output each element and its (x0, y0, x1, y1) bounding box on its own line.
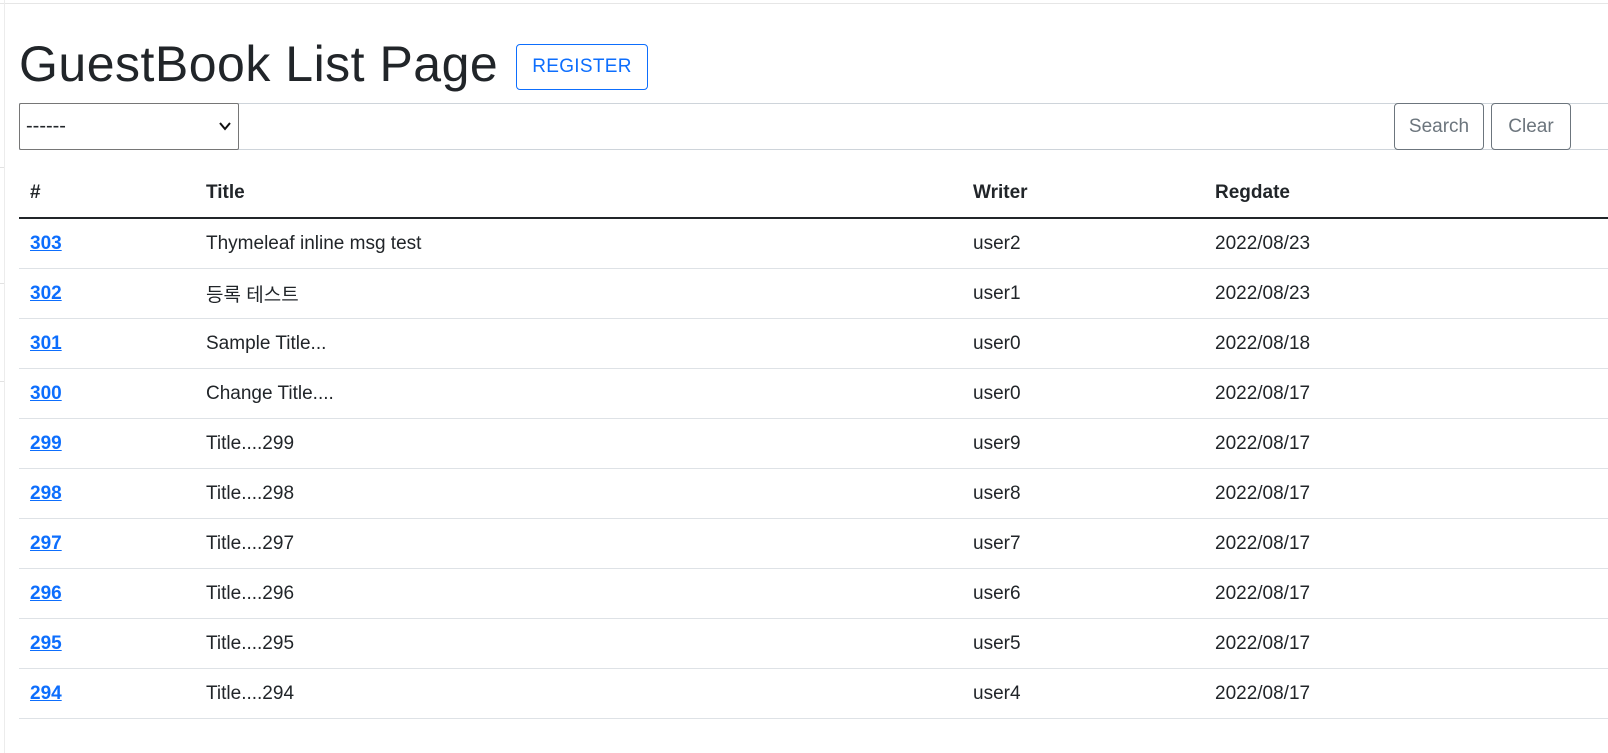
row-writer-cell: user0 (962, 368, 1204, 419)
table-row: 302 등록 테스트 user1 2022/08/23 (19, 268, 1608, 319)
row-title-cell: 등록 테스트 (195, 268, 962, 319)
row-number-cell: 302 (19, 268, 195, 319)
row-writer-cell: user9 (962, 418, 1204, 469)
row-number-cell: 300 (19, 368, 195, 419)
row-title-cell: Thymeleaf inline msg test (195, 218, 962, 269)
row-regdate-cell: 2022/08/17 (1204, 668, 1608, 719)
row-writer-cell: user5 (962, 618, 1204, 669)
row-number-link[interactable]: 299 (30, 433, 62, 454)
row-regdate-cell: 2022/08/18 (1204, 318, 1608, 369)
row-number-link[interactable]: 297 (30, 533, 62, 554)
left-divider-tick (0, 381, 4, 382)
row-number-link[interactable]: 300 (30, 383, 62, 404)
title-row: GuestBook List Page REGISTER (19, 30, 1608, 98)
left-divider (4, 0, 5, 753)
row-title-cell: Change Title.... (195, 368, 962, 419)
column-header-title: Title (195, 169, 962, 219)
table-row: 294 Title....294 user4 2022/08/17 (19, 668, 1608, 719)
row-writer-cell: user2 (962, 218, 1204, 269)
row-number-link[interactable]: 295 (30, 633, 62, 654)
row-title-cell: Sample Title... (195, 318, 962, 369)
row-number-cell: 297 (19, 518, 195, 569)
row-regdate-cell: 2022/08/23 (1204, 218, 1608, 269)
row-number-cell: 298 (19, 468, 195, 519)
table-row: 296 Title....296 user6 2022/08/17 (19, 568, 1608, 619)
row-title-cell: Title....299 (195, 418, 962, 469)
table-body: 303 Thymeleaf inline msg test user2 2022/08… (19, 218, 1608, 719)
table-row: 297 Title....297 user7 2022/08/17 (19, 518, 1608, 569)
row-number-cell: 295 (19, 618, 195, 669)
table-header-row: # Title Writer Regdate (19, 169, 1608, 219)
row-writer-cell: user4 (962, 668, 1204, 719)
row-title-cell: Title....296 (195, 568, 962, 619)
row-number-link[interactable]: 303 (30, 233, 62, 254)
row-title-cell: Title....295 (195, 618, 962, 669)
search-type-select[interactable]: ------ (19, 103, 239, 150)
table-row: 303 Thymeleaf inline msg test user2 2022/08… (19, 218, 1608, 269)
row-number-link[interactable]: 298 (30, 483, 62, 504)
column-header-writer: Writer (962, 169, 1204, 219)
table-row: 298 Title....298 user8 2022/08/17 (19, 468, 1608, 519)
row-writer-cell: user6 (962, 568, 1204, 619)
row-regdate-cell: 2022/08/17 (1204, 518, 1608, 569)
row-number-cell: 294 (19, 668, 195, 719)
row-regdate-cell: 2022/08/17 (1204, 568, 1608, 619)
row-number-cell: 303 (19, 218, 195, 269)
row-writer-cell: user8 (962, 468, 1204, 519)
page-frame: GuestBook List Page REGISTER ------ Sear… (0, 0, 1608, 753)
column-header-regdate: Regdate (1204, 169, 1608, 219)
column-header-number: # (19, 169, 195, 219)
row-writer-cell: user7 (962, 518, 1204, 569)
top-divider (0, 3, 1608, 4)
row-number-cell: 299 (19, 418, 195, 469)
table-row: 300 Change Title.... user0 2022/08/17 (19, 368, 1608, 419)
row-title-cell: Title....297 (195, 518, 962, 569)
left-divider-tick (0, 167, 4, 168)
row-regdate-cell: 2022/08/17 (1204, 418, 1608, 469)
row-regdate-cell: 2022/08/17 (1204, 618, 1608, 669)
table-row: 301 Sample Title... user0 2022/08/18 (19, 318, 1608, 369)
search-button[interactable]: Search (1394, 103, 1484, 150)
main-container: GuestBook List Page REGISTER ------ Sear… (19, 30, 1608, 150)
guestbook-table: # Title Writer Regdate 303 Thymeleaf inli… (19, 169, 1608, 719)
row-number-link[interactable]: 296 (30, 583, 62, 604)
table-row: 299 Title....299 user9 2022/08/17 (19, 418, 1608, 469)
row-regdate-cell: 2022/08/17 (1204, 468, 1608, 519)
left-divider-tick (0, 283, 4, 284)
search-form: ------ Search Clear (19, 103, 1608, 150)
row-regdate-cell: 2022/08/23 (1204, 268, 1608, 319)
chevron-down-icon (218, 104, 232, 167)
register-button[interactable]: REGISTER (516, 44, 648, 90)
row-title-cell: Title....294 (195, 668, 962, 719)
row-writer-cell: user1 (962, 268, 1204, 319)
page-title: GuestBook List Page (19, 36, 499, 92)
row-number-link[interactable]: 302 (30, 283, 62, 304)
table-row: 295 Title....295 user5 2022/08/17 (19, 618, 1608, 669)
row-number-cell: 301 (19, 318, 195, 369)
row-title-cell: Title....298 (195, 468, 962, 519)
row-number-cell: 296 (19, 568, 195, 619)
row-number-link[interactable]: 301 (30, 333, 62, 354)
row-number-link[interactable]: 294 (30, 683, 62, 704)
row-regdate-cell: 2022/08/17 (1204, 368, 1608, 419)
search-type-selected: ------ (26, 115, 66, 137)
clear-button[interactable]: Clear (1491, 103, 1571, 150)
search-keyword-input[interactable] (19, 103, 1608, 150)
row-writer-cell: user0 (962, 318, 1204, 369)
